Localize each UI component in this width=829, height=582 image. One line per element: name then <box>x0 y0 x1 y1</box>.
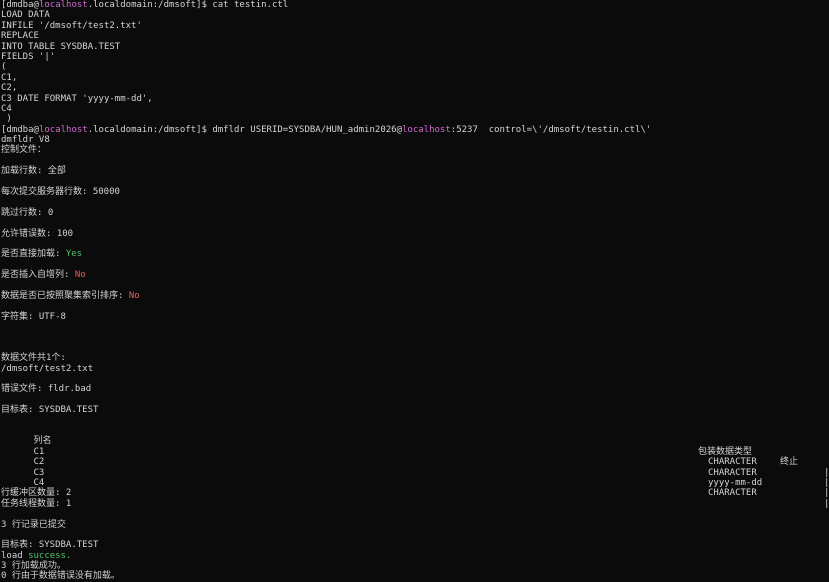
direct-load-value: Yes <box>65 249 83 260</box>
terminal-window[interactable]: [dmdba@localhost.localdomain:/dmsoft]$ c… <box>0 0 829 581</box>
column-type: yyyy-mm-dd <box>708 478 763 488</box>
ctl-line: C1, <box>1 72 18 83</box>
ctl-line: INTO TABLE SYSDBA.TEST <box>1 41 121 52</box>
column-end: | <box>824 478 829 489</box>
target-table-summary: 目标表: SYSDBA.TEST <box>1 540 99 551</box>
version-line: dmfldr V8 <box>1 135 50 146</box>
column-end: | <box>824 488 829 499</box>
columns-header: 列名 包装数据类型 终止 <box>1 426 829 467</box>
column-end: | <box>824 498 829 509</box>
sorted-by-index-value: No <box>128 290 140 301</box>
hostname: localhost <box>402 124 451 135</box>
data-files-label: 数据文件共1个: <box>1 353 66 364</box>
hostname: localhost <box>38 124 88 135</box>
load-status-value: success. <box>28 550 72 561</box>
insert-identity: 是否插入自增列: No <box>1 270 86 281</box>
table-row: C1 CHARACTER | <box>1 436 829 478</box>
ctl-line: INFILE '/dmsoft/test2.txt' <box>1 20 142 31</box>
sorted-by-index: 数据是否已按照聚集索引排序: No <box>1 290 140 301</box>
ctl-line: ( <box>1 62 7 73</box>
ctl-line: FIELDS '|' <box>1 51 56 62</box>
command-line: [dmdba@localhost.localdomain:/dmsoft]$ d… <box>1 124 652 135</box>
buffer-count: 行缓冲区数量: 2 <box>1 488 72 499</box>
ctl-line: C4 <box>1 103 12 114</box>
column-type: CHARACTER <box>708 488 757 499</box>
thread-count: 任务线程数量: 1 <box>1 498 72 509</box>
ctl-line: C2, <box>1 83 18 94</box>
error-file: 错误文件: fldr.bad <box>1 384 92 395</box>
control-file-label: 控制文件： <box>1 145 47 156</box>
load-success-rows: 3 行加载成功。 <box>1 561 66 572</box>
column-name: C4 <box>33 477 45 488</box>
allowed-errors: 允许错误数: 100 <box>1 228 74 239</box>
table-row: C4 CHARACTER | <box>1 468 829 509</box>
direct-load: 是否直接加载: Yes <box>1 249 83 260</box>
load-status: load success. <box>1 550 72 561</box>
ctl-file-content: LOAD DATA INFILE '/dmsoft/test2.txt' REP… <box>1 10 829 124</box>
commit-rows: 每次提交服务器行数: 50000 <box>1 187 120 198</box>
ctl-line: ) <box>1 114 12 125</box>
table-row: C2 CHARACTER | <box>1 447 829 488</box>
columns-table: 列名 包装数据类型 终止 C1 CHARACTER | C2 CHARACTER… <box>1 426 829 509</box>
charset: 字符集: UTF-8 <box>1 311 66 322</box>
ctl-line: LOAD DATA <box>1 10 50 21</box>
table-row: C3 yyyy-mm-dd | <box>1 457 829 499</box>
skip-rows: 跳过行数: 0 <box>1 207 54 218</box>
data-file-path: /dmsoft/test2.txt <box>1 363 94 374</box>
target-table: 目标表: SYSDBA.TEST <box>1 405 99 416</box>
ctl-line: C3 DATE FORMAT 'yyyy-mm-dd', <box>1 93 153 104</box>
load-rows: 加载行数: 全部 <box>1 166 66 177</box>
prompt-line: [dmdba@localhost.localdomain:/dmsoft]$ c… <box>1 0 289 10</box>
ctl-line: REPLACE <box>1 31 39 42</box>
hostname: localhost <box>38 0 88 10</box>
committed-rows: 3 行记录已提交 <box>1 519 66 530</box>
insert-identity-value: No <box>74 270 86 281</box>
